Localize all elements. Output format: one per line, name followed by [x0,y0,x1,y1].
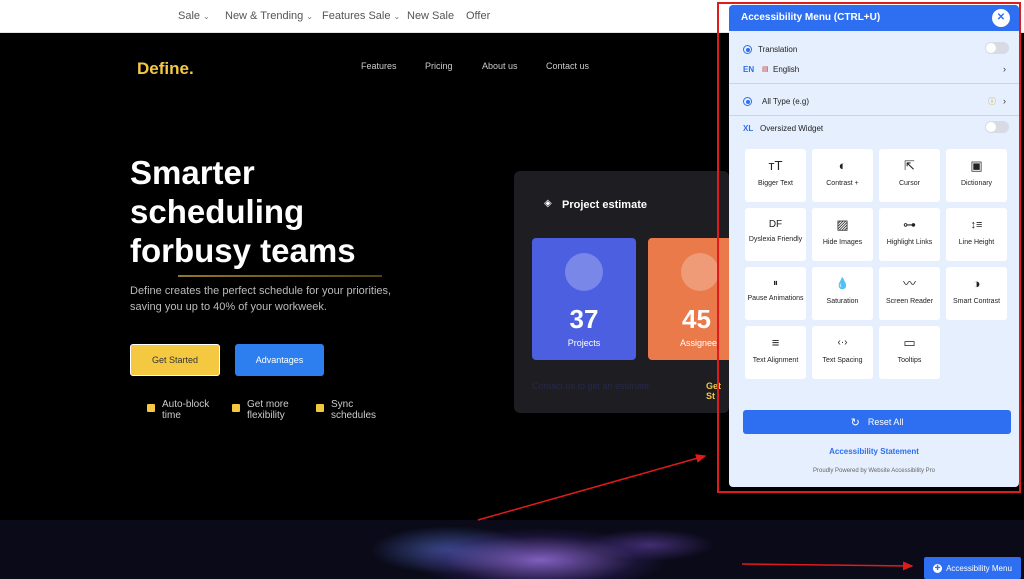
check-icon [316,404,324,412]
feature-auto-block: Auto-block time [147,399,209,421]
logo[interactable]: Define. [137,59,194,79]
clock-icon [681,253,719,291]
pie-chart-icon [565,253,603,291]
nav-item-new-trending[interactable]: New & Trending ⌄ [225,10,313,22]
headline-underline [178,275,382,277]
feature-flexibility: Get more flexibility [232,399,289,421]
check-icon [147,404,155,412]
feature-sync: Sync schedules [316,399,376,421]
hero-subtitle: Define creates the perfect schedule for … [130,285,392,313]
advantages-button[interactable]: Advantages [235,344,324,376]
check-icon [232,404,240,412]
projects-label: Projects [567,338,601,348]
nav-item-sale[interactable]: Sale ⌄ [178,10,210,22]
chevron-down-icon: ⌄ [203,12,210,21]
annotation-highlight-box [717,2,1021,493]
chevron-down-icon: ⌄ [393,12,401,21]
hero-nav-contact[interactable]: Contact us [546,61,589,71]
estimate-title: Project estimate [562,199,647,211]
layers-icon: ◈ [544,198,552,209]
hero-nav-pricing[interactable]: Pricing [425,61,453,71]
project-estimate-card: ◈ Project estimate 37 Projects 45 Assign… [514,171,738,413]
get-started-button[interactable]: Get Started [130,344,220,376]
accessibility-icon: ✚ [933,563,943,573]
accessibility-menu-launcher[interactable]: ✚ Accessibility Menu [924,557,1021,579]
hero-nav-features[interactable]: Features [361,61,397,71]
hero-headline: Smarter scheduling forbusy teams [130,154,356,269]
nav-item-offer[interactable]: Offer [466,10,490,22]
galaxy-banner [0,520,1024,579]
hero-nav-about[interactable]: About us [482,61,518,71]
estimate-contact-link[interactable]: Contact us to get an estimate [532,381,649,391]
nav-item-features-sale[interactable]: Features Sale ⌄ [322,10,400,22]
nav-item-new-sale[interactable]: New Sale [407,10,454,22]
projects-count: 37 [569,304,599,334]
chevron-down-icon: ⌄ [306,12,313,21]
projects-card: 37 Projects [532,238,636,360]
